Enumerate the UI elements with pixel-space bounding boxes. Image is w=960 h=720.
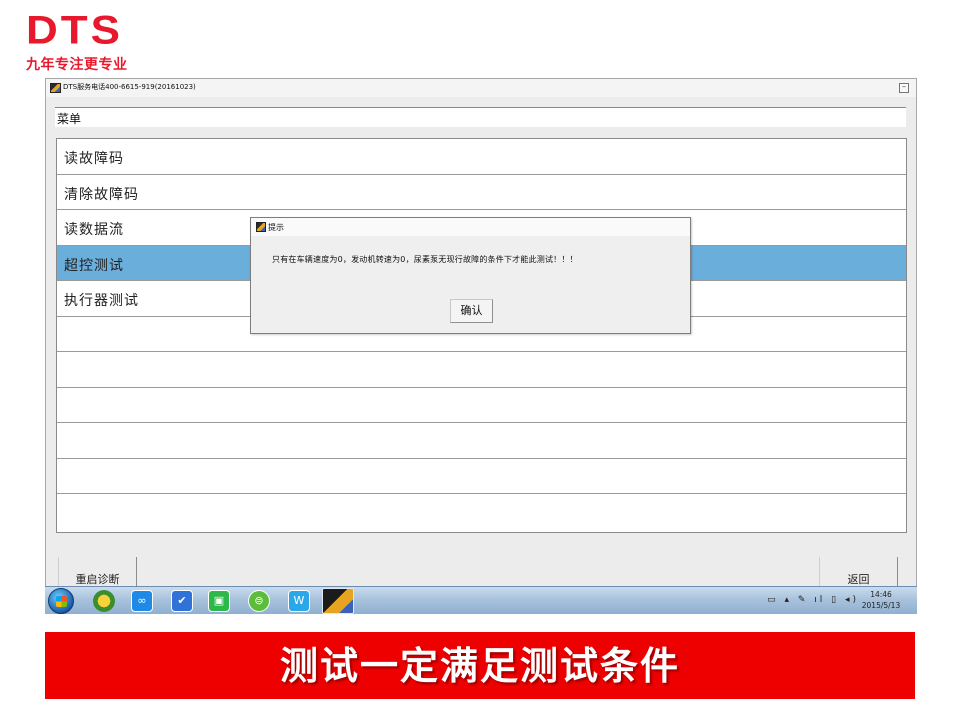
- start-orb-icon[interactable]: [48, 588, 74, 614]
- menu-item-empty[interactable]: [57, 459, 906, 494]
- menu-list: 读故障码 清除故障码 读数据流 超控测试 执行器测试: [56, 138, 907, 533]
- app-icon-3[interactable]: ✔: [171, 590, 193, 612]
- menu-item-empty[interactable]: [57, 388, 906, 423]
- brand-slogan: 九年专注更专业: [26, 57, 128, 73]
- iqiyi-icon[interactable]: ▣: [208, 590, 230, 612]
- menu-item-label: 超控测试: [64, 257, 124, 274]
- menu-item-label: 读数据流: [64, 222, 124, 238]
- windows-taskbar: ∞ ✔ ▣ ⊜ W ▭ ▴ ✎ ıl ▯ ◂) 14:46 2015/5/13: [45, 586, 917, 614]
- menu-item-clear-dtc[interactable]: 清除故障码: [57, 175, 906, 210]
- dts-app-icon: [256, 222, 266, 232]
- clock-time: 14:46: [870, 590, 892, 599]
- app-icon-1[interactable]: [93, 590, 115, 612]
- taskbar-clock[interactable]: 14:46 2015/5/13: [861, 589, 901, 611]
- dialog-message: 只有在车辆速度为0，发动机转速为0，尿素泵无现行故障的条件下才能此测试！！！: [272, 255, 578, 264]
- window-title: DTS服务电话400-6615-919(20161023): [63, 83, 196, 91]
- menu-item-empty[interactable]: [57, 494, 906, 530]
- menu-header-label: 菜单: [57, 112, 82, 126]
- menu-header: 菜单: [55, 107, 906, 127]
- menu-item-empty[interactable]: [57, 352, 906, 388]
- menu-item-label: 清除故障码: [64, 186, 139, 203]
- dts-app-taskbar-icon[interactable]: [322, 588, 354, 614]
- minimize-button[interactable]: –: [899, 83, 909, 93]
- dialog-title: 提示: [268, 223, 284, 232]
- menu-item-read-dtc[interactable]: 读故障码: [57, 139, 906, 175]
- wps-writer-icon[interactable]: W: [288, 590, 310, 612]
- caption-banner: 测试一定满足测试条件: [45, 632, 915, 699]
- browser-icon[interactable]: ⊜: [248, 590, 270, 612]
- brand-logo: DTS 九年专注更专业: [26, 8, 128, 74]
- brand-logo-text: DTS: [26, 8, 123, 53]
- dialog-titlebar: 提示: [251, 218, 690, 236]
- menu-item-label: 读故障码: [64, 151, 124, 167]
- system-tray-icons[interactable]: ▭ ▴ ✎ ıl ▯ ◂): [767, 595, 859, 605]
- menu-item-label: 执行器测试: [64, 293, 139, 309]
- confirm-button[interactable]: 确认: [450, 299, 493, 323]
- menu-item-empty[interactable]: [57, 423, 906, 459]
- alert-dialog: 提示 只有在车辆速度为0，发动机转速为0，尿素泵无现行故障的条件下才能此测试！！…: [250, 217, 691, 334]
- cloud-app-icon[interactable]: ∞: [131, 590, 153, 612]
- dts-app-icon: [50, 83, 61, 93]
- caption-text: 测试一定满足测试条件: [279, 643, 680, 688]
- clock-date: 2015/5/13: [861, 601, 901, 610]
- window-titlebar: DTS服务电话400-6615-919(20161023) –: [46, 79, 916, 97]
- app-window: DTS服务电话400-6615-919(20161023) – 菜单 读故障码 …: [45, 78, 917, 613]
